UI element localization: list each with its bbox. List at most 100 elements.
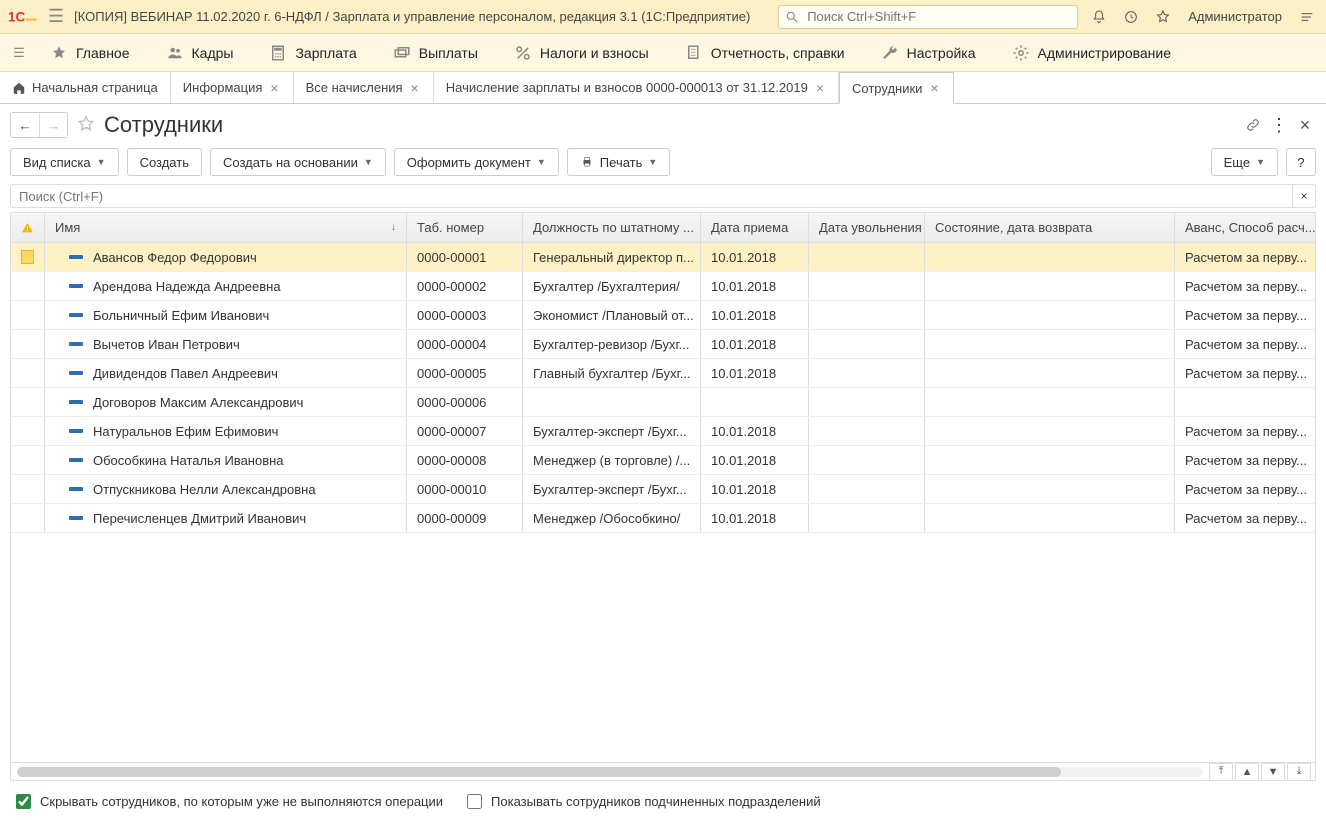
table-body[interactable]: Авансов Федор Федорович0000-00001Генерал… (11, 243, 1315, 762)
menu-item-5[interactable]: Отчетность, справки (667, 38, 863, 68)
tab-close-icon[interactable]: × (409, 80, 421, 96)
table-row[interactable]: Арендова Надежда Андреевна0000-00002Бухг… (11, 272, 1315, 301)
nav-forward-button[interactable]: → (39, 113, 67, 137)
tab-1[interactable]: Информация× (171, 72, 294, 103)
menu-item-0[interactable]: Главное (32, 38, 148, 68)
more-actions-icon[interactable]: ⋮ (1270, 116, 1288, 134)
table-row[interactable]: Перечисленцев Дмитрий Иванович0000-00009… (11, 504, 1315, 533)
hide-inactive-checkbox[interactable]: Скрывать сотрудников, по которым уже не … (12, 791, 443, 812)
sections-menu-icon[interactable]: ☰ (8, 45, 30, 61)
record-icon (69, 342, 83, 346)
table-row[interactable]: Вычетов Иван Петрович0000-00004Бухгалтер… (11, 330, 1315, 359)
show-subordinate-checkbox[interactable]: Показывать сотрудников подчиненных подра… (463, 791, 821, 812)
cell-hire-date: 10.01.2018 (701, 330, 809, 358)
nav-back-button[interactable]: ← (11, 113, 39, 137)
more-button[interactable]: Еще▼ (1211, 148, 1278, 176)
tab-close-icon[interactable]: × (928, 80, 940, 96)
star-icon (50, 44, 68, 62)
create-based-button[interactable]: Создать на основании▼ (210, 148, 386, 176)
column-fire-date[interactable]: Дата увольнения (809, 213, 925, 242)
tab-2[interactable]: Все начисления× (294, 72, 434, 103)
column-warning[interactable] (11, 213, 45, 242)
cell-hire-date: 10.01.2018 (701, 301, 809, 329)
history-icon[interactable] (1120, 6, 1142, 28)
tab-close-icon[interactable]: × (268, 80, 280, 96)
cell-position (523, 388, 701, 416)
tab-label: Сотрудники (852, 81, 922, 96)
cell-name: Вычетов Иван Петрович (45, 330, 407, 358)
menu-item-6[interactable]: Настройка (863, 38, 994, 68)
table-search-input[interactable] (10, 184, 1292, 208)
table-row[interactable]: Больничный Ефим Иванович0000-00003Эконом… (11, 301, 1315, 330)
hide-inactive-checkbox-input[interactable] (16, 794, 31, 809)
table-row[interactable]: Дивидендов Павел Андреевич0000-00005Глав… (11, 359, 1315, 388)
menu-item-2[interactable]: Зарплата (251, 38, 374, 68)
menu-item-label: Налоги и взносы (540, 45, 649, 61)
table-row[interactable]: Натуральнов Ефим Ефимович0000-00007Бухга… (11, 417, 1315, 446)
tab-3[interactable]: Начисление зарплаты и взносов 0000-00001… (434, 72, 839, 103)
tab-0[interactable]: Начальная страница (0, 72, 171, 103)
cell-selection (11, 301, 45, 329)
pager-up-button[interactable]: ▲ (1235, 763, 1259, 781)
window-menu-icon[interactable] (1296, 6, 1318, 28)
table-row[interactable]: Обособкина Наталья Ивановна0000-00008Мен… (11, 446, 1315, 475)
table-search-clear[interactable]: × (1292, 184, 1316, 208)
column-tab-number[interactable]: Таб. номер (407, 213, 523, 242)
favorites-icon[interactable] (1152, 6, 1174, 28)
column-hire-date[interactable]: Дата приема (701, 213, 809, 242)
table-row[interactable]: Авансов Федор Федорович0000-00001Генерал… (11, 243, 1315, 272)
column-position[interactable]: Должность по штатному ... (523, 213, 701, 242)
view-mode-button[interactable]: Вид списка▼ (10, 148, 119, 176)
table-row[interactable]: Договоров Максим Александрович0000-00006 (11, 388, 1315, 417)
cell-selection (11, 243, 45, 271)
print-button[interactable]: Печать▼ (567, 148, 671, 176)
cell-hire-date: 10.01.2018 (701, 243, 809, 271)
help-button[interactable]: ? (1286, 148, 1316, 176)
cell-fire-date (809, 301, 925, 329)
nav-back-forward: ← → (10, 112, 68, 138)
record-icon (69, 313, 83, 317)
menu-item-1[interactable]: Кадры (148, 38, 252, 68)
create-button[interactable]: Создать (127, 148, 202, 176)
table-row[interactable]: Отпускникова Нелли Александровна0000-000… (11, 475, 1315, 504)
cell-state (925, 243, 1175, 271)
column-advance[interactable]: Аванс, Способ расч... (1175, 213, 1315, 242)
menu-item-4[interactable]: Налоги и взносы (496, 38, 667, 68)
record-icon (69, 255, 83, 259)
make-document-button[interactable]: Оформить документ▼ (394, 148, 559, 176)
cell-selection (11, 388, 45, 416)
tab-4[interactable]: Сотрудники × (839, 72, 954, 104)
search-icon (785, 10, 799, 24)
column-name[interactable]: Имя↓ (45, 213, 407, 242)
global-search[interactable] (778, 5, 1078, 29)
cell-tab-number: 0000-00003 (407, 301, 523, 329)
tab-close-icon[interactable]: × (814, 80, 826, 96)
global-search-input[interactable] (805, 8, 1071, 25)
notifications-icon[interactable] (1088, 6, 1110, 28)
pager-down-button[interactable]: ▼ (1261, 763, 1285, 781)
cell-advance: Расчетом за перву... (1175, 330, 1315, 358)
pager-last-button[interactable]: ⤓ (1287, 763, 1311, 781)
cell-name: Договоров Максим Александрович (45, 388, 407, 416)
table-header: Имя↓ Таб. номер Должность по штатному ..… (11, 213, 1315, 243)
cell-position: Менеджер /Обособкино/ (523, 504, 701, 532)
cell-hire-date: 10.01.2018 (701, 359, 809, 387)
horizontal-scrollbar[interactable] (17, 767, 1203, 777)
link-icon[interactable] (1242, 114, 1264, 136)
menu-item-3[interactable]: Выплаты (375, 38, 496, 68)
cell-fire-date (809, 330, 925, 358)
cell-fire-date (809, 243, 925, 271)
cell-advance: Расчетом за перву... (1175, 359, 1315, 387)
page-content: ← → Сотрудники ⋮ × Вид списка▼ Создать С… (0, 104, 1326, 820)
menu-item-7[interactable]: Администрирование (994, 38, 1190, 68)
app-menu-icon[interactable]: ☰ (48, 6, 64, 27)
close-page-button[interactable]: × (1294, 114, 1316, 136)
show-subordinate-checkbox-input[interactable] (467, 794, 482, 809)
menu-item-label: Главное (76, 45, 130, 61)
page-footer: Скрывать сотрудников, по которым уже не … (10, 781, 1316, 814)
user-label[interactable]: Администратор (1188, 9, 1282, 24)
cell-selection (11, 330, 45, 358)
pager-first-button[interactable]: ⤒ (1209, 763, 1233, 781)
column-state[interactable]: Состояние, дата возврата (925, 213, 1175, 242)
favorite-toggle[interactable] (76, 114, 96, 137)
